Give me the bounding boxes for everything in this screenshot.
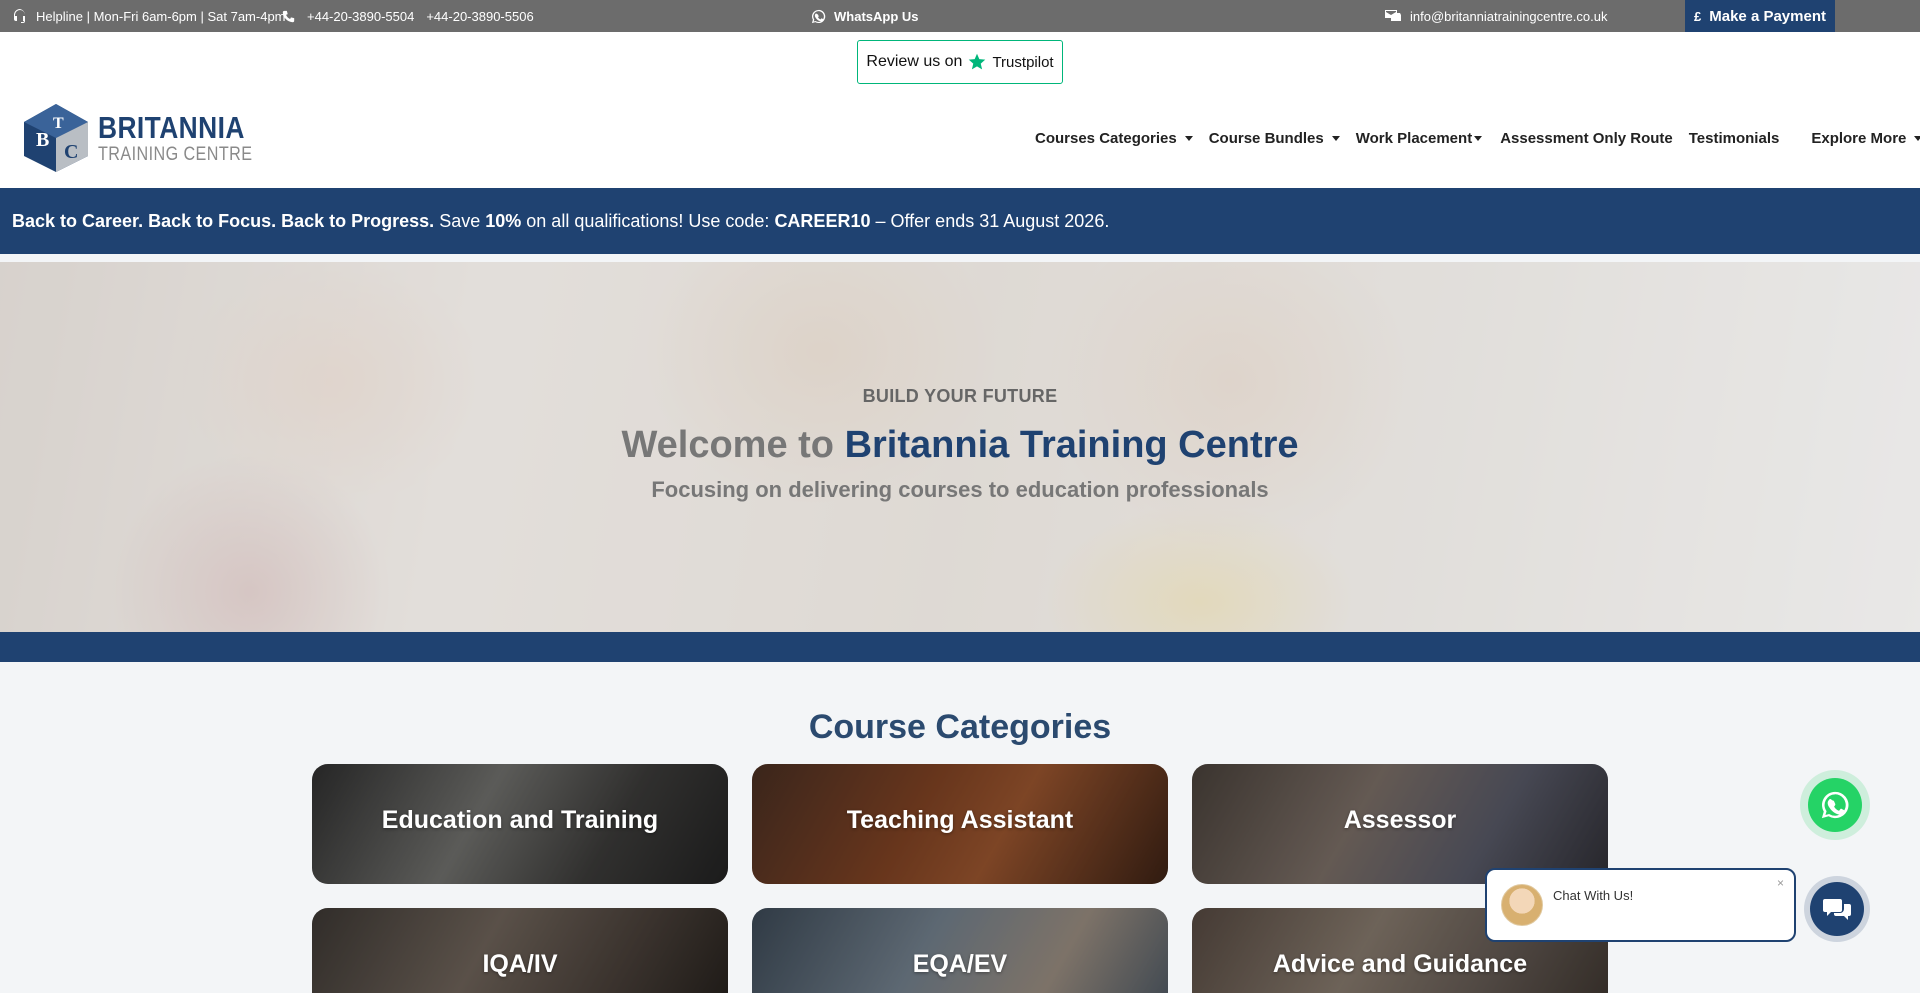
phone-link-1[interactable]: +44-20-3890-5504 [307,9,414,24]
hero-divider-strip [0,632,1920,662]
promo-middle: on all qualifications! Use code: [526,210,770,231]
logo-cube-icon: B T C [24,104,88,172]
category-card-label: EQA/EV [912,949,1008,978]
promo-percent: 10% [485,210,522,231]
nav-label: Explore More [1811,130,1907,147]
make-payment-label: Make a Payment [1709,7,1826,25]
category-card-assessor[interactable]: Assessor [1192,764,1608,884]
phone-numbers: +44-20-3890-5504 +44-20-3890-5506 [282,0,534,32]
helpline: Helpline | Mon-Fri 6am-6pm | Sat 7am-4pm [12,0,286,32]
promo-code: CAREER10 [774,210,871,231]
caret-down-icon [1474,136,1483,141]
trustpilot-prefix: Review us on [866,53,963,70]
nav-label: Work Placement [1355,130,1473,147]
promo-headline: Back to Career. Back to Focus. Back to P… [12,210,435,231]
pound-icon: £ [1694,8,1702,24]
category-card-eqa-ev[interactable]: EQA/EV [752,908,1168,993]
whatsapp-link[interactable]: WhatsApp Us [811,0,919,32]
promo-end: – Offer ends 31 August 2026. [875,210,1110,231]
category-card-label: IQA/IV [482,949,558,978]
logo-main-text: BRITANNIA [98,110,245,145]
whatsapp-icon [811,9,826,23]
phone-link-2[interactable]: +44-20-3890-5506 [426,9,533,24]
category-card-teaching-assistant[interactable]: Teaching Assistant [752,764,1168,884]
category-card-label: Teaching Assistant [846,805,1074,834]
main-nav: Courses Categories Course Bundles Work P… [1035,130,1920,147]
category-card-label: Education and Training [381,805,659,834]
chat-popup[interactable]: Chat With Us! × [1485,868,1796,942]
site-header: Review us on Trustpilot B T C BRITANNIA … [0,32,1920,188]
chat-bubbles-icon [1823,899,1851,920]
category-card-label: Advice and Guidance [1272,949,1528,978]
logo-sub-text: TRAINING CENTRE [98,144,253,165]
nav-course-bundles[interactable]: Course Bundles [1209,130,1340,147]
hero-title-accent: Britannia Training Centre [844,424,1299,466]
phone-icon [282,10,295,22]
hero-eyebrow: BUILD YOUR FUTURE [862,386,1058,406]
caret-down-icon [1914,136,1920,141]
chat-open-button[interactable] [1810,882,1864,936]
chat-popup-close-icon[interactable]: × [1777,876,1784,890]
caret-down-icon [1184,136,1193,141]
nav-explore-more[interactable]: Explore More [1811,130,1920,147]
site-logo[interactable]: B T C BRITANNIA TRAINING CENTRE [22,102,280,174]
hero-section: BUILD YOUR FUTURE Welcome to Britannia T… [0,262,1920,632]
logo-letter-c: C [64,141,78,163]
hero-subtitle: Focusing on delivering courses to educat… [651,477,1269,502]
caret-down-icon [1331,136,1340,141]
whatsapp-float-button[interactable] [1808,778,1862,832]
headset-icon [14,9,26,23]
chat-popup-text: Chat With Us! [1553,887,1634,903]
nav-testimonials[interactable]: Testimonials [1689,130,1780,147]
nav-label: Course Bundles [1208,130,1324,147]
email-text: info@britanniatrainingcentre.co.uk [1410,8,1608,24]
trustpilot-star-icon [969,53,986,70]
nav-work-placement[interactable]: Work Placement [1355,130,1483,147]
logo-letter-t: T [53,115,64,132]
category-card-education-and-training[interactable]: Education and Training [312,764,728,884]
logo-letter-b: B [36,129,49,151]
nav-label: Assessment Only Route [1500,130,1673,147]
course-categories-title: Course Categories [808,708,1112,746]
chat-agent-avatar [1501,884,1543,926]
nav-label: Courses Categories [1035,130,1177,147]
whatsapp-text: WhatsApp Us [834,8,919,24]
nav-label: Testimonials [1688,130,1780,147]
mail-icon [1385,10,1401,21]
make-payment-button[interactable]: £ Make a Payment [1685,0,1835,32]
trustpilot-review-button[interactable]: Review us on Trustpilot [857,40,1063,84]
hero-title-prefix: Welcome to [621,424,835,466]
whatsapp-icon [1821,791,1849,819]
email-link[interactable]: info@britanniatrainingcentre.co.uk [1384,0,1607,32]
top-bar: Helpline | Mon-Fri 6am-6pm | Sat 7am-4pm… [0,0,1920,32]
nav-courses-categories[interactable]: Courses Categories [1035,130,1193,147]
hero-title: Welcome to Britannia Training Centre [0,424,1920,467]
category-card-iqa-iv[interactable]: IQA/IV [312,908,728,993]
helpline-text: Helpline | Mon-Fri 6am-6pm | Sat 7am-4pm [36,8,286,24]
promo-save: Save [439,210,481,231]
trustpilot-brand: Trustpilot [992,53,1054,71]
promo-banner: Back to Career. Back to Focus. Back to P… [0,188,1920,254]
category-card-label: Assessor [1343,805,1457,834]
nav-assessment-only-route[interactable]: Assessment Only Route [1500,130,1673,147]
